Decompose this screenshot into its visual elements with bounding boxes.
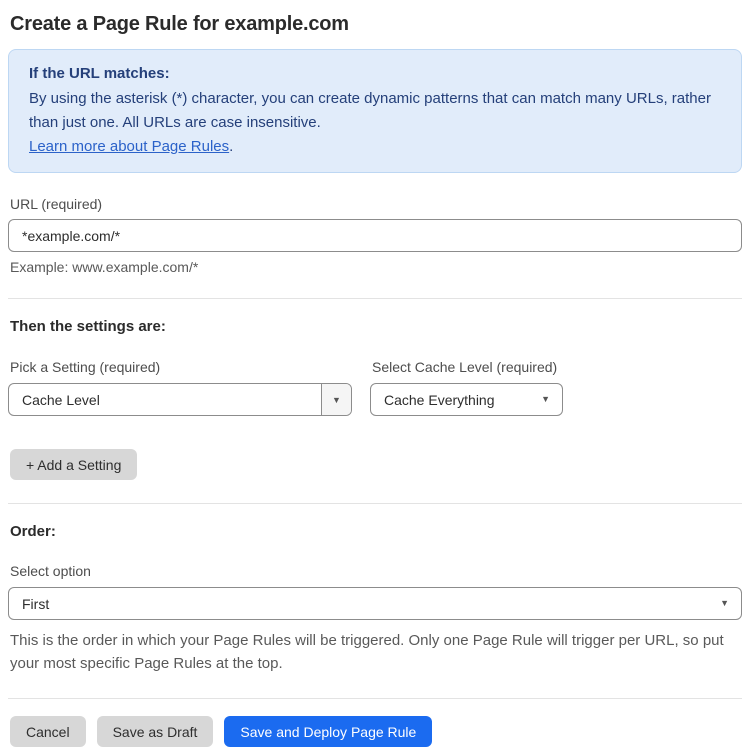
settings-row: Pick a Setting (required) Cache Level ▼ … (8, 359, 742, 416)
order-section-heading: Order: (10, 523, 56, 540)
save-as-draft-button[interactable]: Save as Draft (96, 716, 214, 747)
cache-level-group: Select Cache Level (required) Cache Ever… (370, 359, 563, 416)
cache-level-select[interactable]: Cache Everything ▼ (370, 383, 563, 416)
chevron-down-icon[interactable]: ▼ (321, 384, 351, 415)
info-box-heading: If the URL matches: (29, 65, 170, 82)
setting-picker-group: Pick a Setting (required) Cache Level ▼ (8, 359, 352, 416)
footer-buttons: Cancel Save as Draft Save and Deploy Pag… (10, 716, 742, 747)
info-box-body: By using the asterisk (*) character, you… (29, 87, 721, 135)
chevron-down-icon: ▼ (541, 394, 550, 404)
divider (8, 503, 742, 504)
order-select[interactable]: First ▼ (8, 587, 742, 620)
setting-picker-value: Cache Level (22, 391, 100, 408)
info-box-link-line: Learn more about Page Rules. (29, 135, 721, 159)
order-help-text: This is the order in which your Page Rul… (10, 632, 724, 672)
order-select-value: First (22, 595, 50, 612)
link-suffix: . (229, 138, 234, 155)
setting-picker-select[interactable]: Cache Level ▼ (8, 383, 352, 416)
order-select-label: Select option (10, 563, 91, 579)
chevron-down-icon: ▼ (720, 598, 729, 608)
url-input[interactable] (8, 219, 742, 252)
info-box-body-text: By using the asterisk (*) character, you… (29, 90, 711, 131)
settings-section-heading: Then the settings are: (10, 318, 166, 335)
cancel-button[interactable]: Cancel (10, 716, 86, 747)
learn-more-link[interactable]: Learn more about Page Rules (29, 138, 229, 155)
url-match-info-box: If the URL matches: By using the asteris… (8, 49, 742, 173)
add-setting-button[interactable]: + Add a Setting (10, 449, 138, 480)
divider (8, 698, 742, 699)
cache-level-label: Select Cache Level (required) (372, 359, 558, 375)
save-and-deploy-button[interactable]: Save and Deploy Page Rule (224, 716, 433, 747)
page-title: Create a Page Rule for example.com (10, 13, 349, 35)
page-rule-form: Create a Page Rule for example.com If th… (0, 13, 750, 747)
divider (8, 298, 742, 299)
setting-picker-label: Pick a Setting (required) (10, 359, 161, 375)
cache-level-value: Cache Everything (384, 391, 495, 408)
url-field-label: URL (required) (10, 196, 103, 212)
url-field-hint: Example: www.example.com/* (10, 259, 199, 275)
